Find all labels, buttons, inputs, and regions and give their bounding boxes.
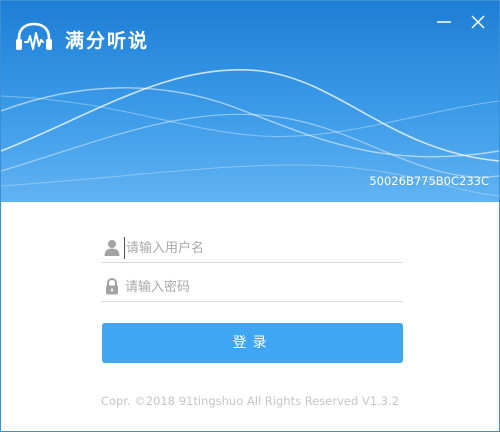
close-icon [471,15,485,29]
close-button[interactable] [467,11,489,33]
password-field [102,274,402,302]
header-banner: 满分听说 50026B775B0C233C [1,1,499,202]
username-field [102,235,402,263]
password-input[interactable] [124,276,401,298]
copyright-text: Copr. ©2018 91tingshuo All Rights Reserv… [100,394,400,408]
minimize-button[interactable] [433,11,455,33]
app-title: 满分听说 [65,30,150,52]
login-window: 满分听说 50026B775B0C233C 登录 Copr. [0,0,500,432]
user-icon [104,240,120,256]
headphones-icon [16,22,52,50]
device-id: 50026B775B0C233C [369,174,489,188]
minimize-icon [437,21,451,23]
username-input[interactable] [124,237,402,259]
login-button[interactable]: 登录 [102,323,403,363]
lock-icon [106,278,118,295]
